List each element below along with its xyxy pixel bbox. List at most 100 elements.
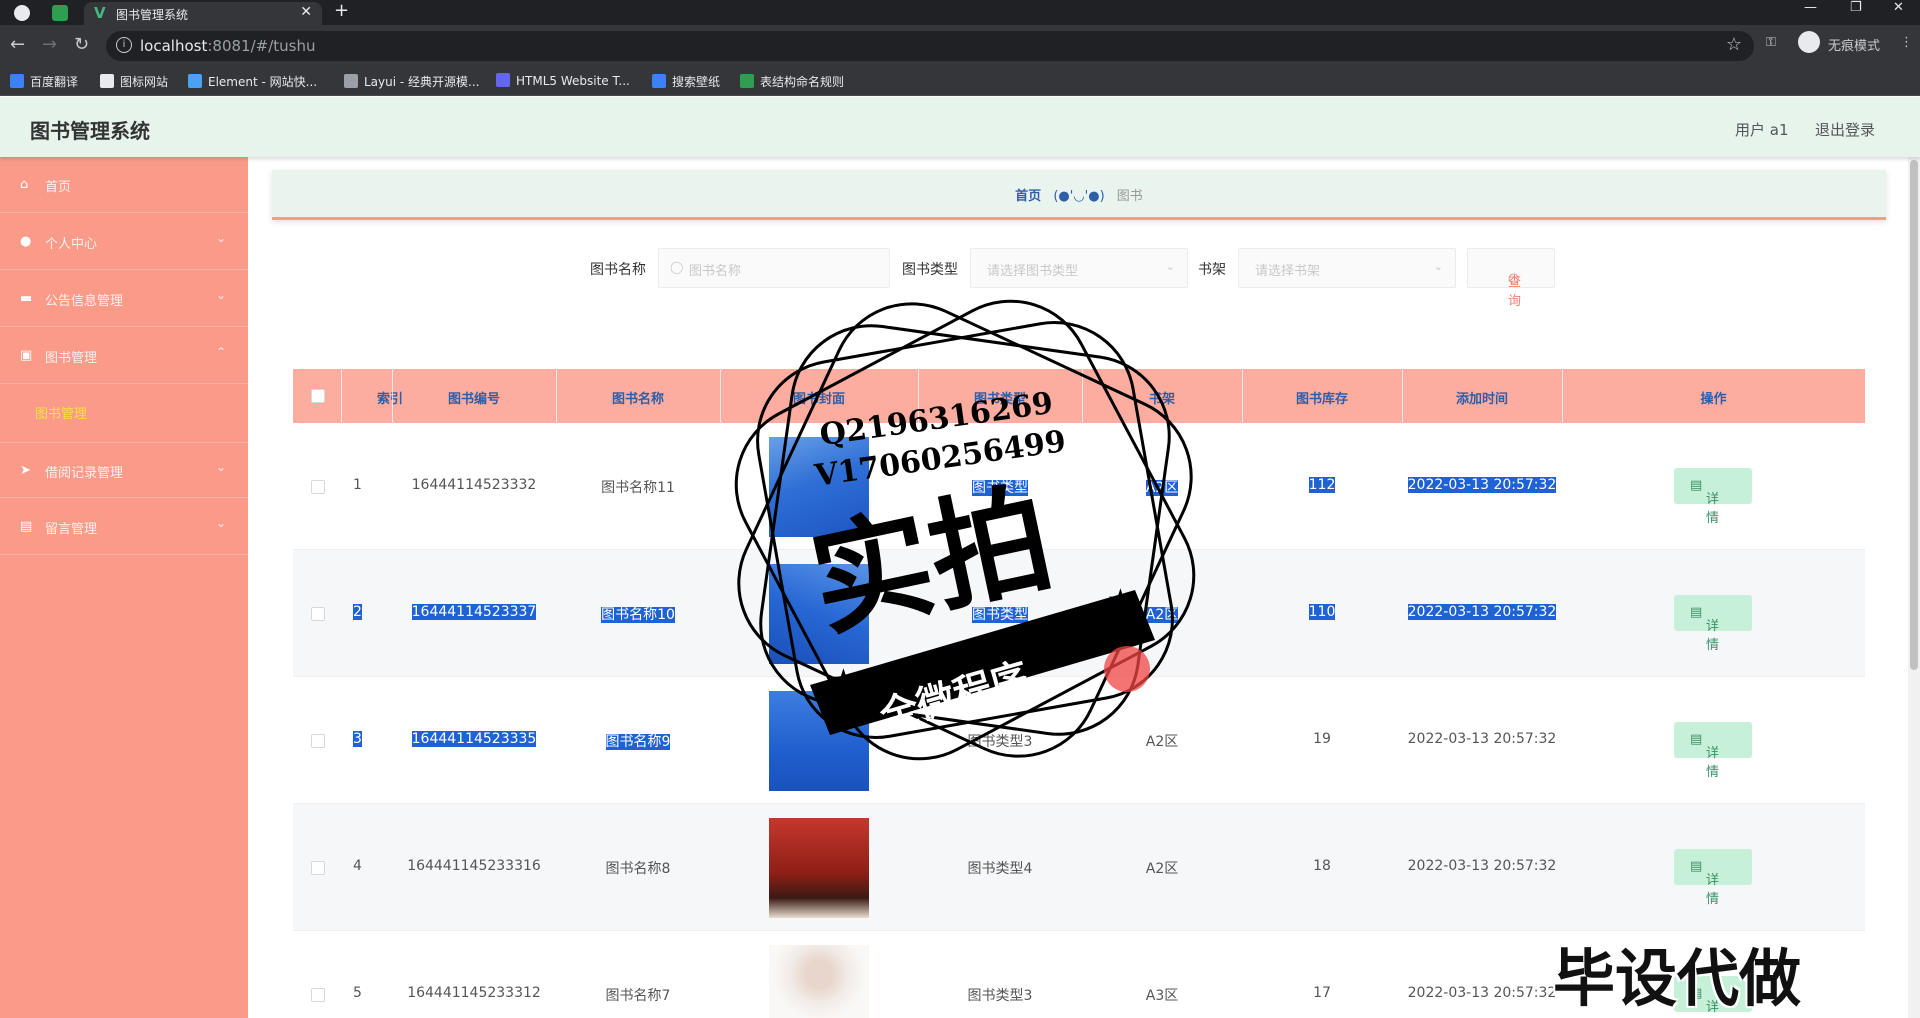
bookmark-item[interactable]: 表结构命名规则	[740, 73, 844, 90]
back-icon[interactable]: ←	[10, 34, 25, 55]
sidebar-subitem-books[interactable]: 图书管理	[0, 385, 248, 440]
cell-code: 16444114523332	[411, 477, 537, 493]
cell-stock: 19	[1313, 731, 1331, 747]
bookmark-star-icon[interactable]: ☆	[1726, 34, 1742, 55]
bookmark-item[interactable]: 搜索壁纸	[652, 73, 720, 90]
bookmark-item[interactable]: Layui - 经典开源模...	[344, 73, 479, 90]
breadcrumb: 首页 (●'◡'●) 图书	[272, 170, 1886, 220]
book-type-select[interactable]: 请选择图书类型 ⌄	[970, 248, 1188, 288]
column-header[interactable]: 图书编号	[392, 388, 556, 407]
cell-shelf: A2区	[1145, 607, 1179, 623]
column-header[interactable]: 图书类型	[918, 388, 1082, 407]
search-icon: ◯	[670, 260, 684, 274]
bookmark-item[interactable]: Element - 网站快...	[188, 73, 317, 90]
cell-shelf: A2区	[1145, 734, 1179, 750]
row-checkbox[interactable]	[311, 988, 325, 1002]
cell-name: 图书名称11	[601, 480, 675, 496]
cell-time: 2022-03-13 20:57:32	[1407, 731, 1557, 747]
tab-close-icon[interactable]: ✕	[300, 4, 312, 20]
cell-name: 图书名称8	[605, 861, 671, 877]
chevron-down-icon: ⌄	[215, 460, 226, 474]
cell-name: 图书名称10	[601, 607, 675, 623]
detail-button[interactable]: ▤ 详情	[1674, 722, 1752, 780]
send-icon: ➤	[20, 463, 31, 478]
cell-type: 图书类型3	[967, 988, 1033, 1004]
active-tab[interactable]: V 图书管理系统 ✕	[84, 2, 322, 25]
column-header[interactable]: 书架	[1082, 388, 1242, 407]
cell-name: 图书名称9	[605, 734, 671, 750]
table-row: 1 16444114523332 图书名称11 图书类型 A2区 112 202…	[293, 423, 1865, 550]
cell-code: 16444114523335	[411, 731, 537, 747]
bookmark-item[interactable]: HTML5 Website T...	[496, 73, 630, 88]
shelf-select[interactable]: 请选择书架 ⌄	[1238, 248, 1456, 288]
column-header[interactable]: 图书封面	[720, 388, 918, 407]
close-window-icon[interactable]: ✕	[1893, 0, 1904, 15]
detail-button[interactable]: ▤ 详情	[1674, 595, 1752, 653]
current-user: 用户 a1	[1735, 121, 1789, 139]
cell-index: 5	[353, 985, 362, 1001]
cell-stock: 110	[1308, 604, 1336, 620]
cursor-highlight	[1104, 646, 1150, 692]
sidebar-item-notices[interactable]: ▬ 公告信息管理 ⌄	[0, 271, 248, 327]
incognito-icon[interactable]	[1798, 31, 1820, 53]
sidebar-item-messages[interactable]: ▤ 留言管理 ⌄	[0, 499, 248, 555]
user-icon: ●	[20, 234, 32, 249]
browser-menu-dots-icon[interactable]: ⋮	[1900, 35, 1913, 50]
cell-shelf: A2区	[1145, 480, 1179, 496]
sidebar-item-label: 留言管理	[45, 522, 98, 537]
row-checkbox[interactable]	[311, 734, 325, 748]
row-checkbox[interactable]	[311, 861, 325, 875]
book-name-input[interactable]: ◯ 图书名称	[658, 248, 890, 288]
query-button[interactable]: 查询 ○	[1467, 248, 1555, 309]
cell-type: 图书类型3	[967, 734, 1033, 750]
cell-type: 图书类型	[972, 607, 1028, 623]
logout-link[interactable]: 退出登录	[1815, 119, 1875, 140]
book-cover-image	[769, 691, 869, 791]
cell-index: 3	[353, 731, 362, 747]
new-tab-icon[interactable]: +	[334, 0, 349, 21]
row-checkbox[interactable]	[311, 607, 325, 621]
browser-menu-icon[interactable]	[14, 5, 30, 21]
scrollbar-thumb[interactable]	[1910, 160, 1918, 670]
tab-title: 图书管理系统	[116, 8, 189, 22]
corner-watermark: 毕设代做	[1553, 942, 1802, 1015]
cell-code: 16444114523337	[411, 604, 537, 620]
reload-icon[interactable]: ↻	[74, 34, 89, 55]
cell-type: 图书类型	[972, 480, 1028, 496]
column-header[interactable]: 图书名称	[556, 388, 720, 407]
breadcrumb-home[interactable]: 首页	[1015, 189, 1041, 204]
book-type-label: 图书类型	[902, 262, 958, 278]
key-icon[interactable]: ⚿	[1766, 35, 1776, 50]
chevron-down-icon: ⌄	[1433, 260, 1443, 273]
sidebar-item-label: 借阅记录管理	[45, 466, 124, 481]
sidebar-item-profile[interactable]: ● 个人中心 ⌄	[0, 214, 248, 270]
minimize-icon[interactable]: —	[1804, 0, 1817, 15]
row-checkbox[interactable]	[311, 480, 325, 494]
sidebar-item-home[interactable]: ⌂ 首页	[0, 157, 248, 213]
incognito-label[interactable]: 无痕模式	[1828, 35, 1880, 54]
pinned-tab-icon[interactable]	[52, 5, 68, 21]
briefcase-icon: ▬	[20, 291, 33, 306]
detail-button[interactable]: ▤ 详情	[1674, 468, 1752, 526]
select-all-checkbox[interactable]	[311, 389, 325, 403]
breadcrumb-current: 图书	[1116, 189, 1143, 204]
book-name-label: 图书名称	[590, 262, 646, 278]
bookmarks-bar: 百度翻译 图标网站 Element - 网站快... Layui - 经典开源模…	[0, 67, 1920, 96]
forward-icon[interactable]: →	[42, 34, 57, 55]
cell-shelf: A2区	[1145, 861, 1179, 877]
bookmark-item[interactable]: 图标网站	[100, 73, 168, 90]
sidebar-item-books[interactable]: ▣ 图书管理 ⌃	[0, 328, 248, 384]
cell-code: 164441145233316	[407, 858, 541, 874]
url-text[interactable]: localhost:8081/#/tushu	[140, 37, 315, 55]
sidebar-item-borrow[interactable]: ➤ 借阅记录管理 ⌄	[0, 442, 248, 498]
column-header[interactable]: 图书库存	[1242, 388, 1402, 407]
detail-button[interactable]: ▤ 详情	[1674, 849, 1752, 907]
vue-logo-icon: V	[94, 4, 106, 22]
restore-icon[interactable]: ❐	[1850, 0, 1862, 15]
address-bar[interactable]: i localhost:8081/#/tushu ☆	[106, 31, 1754, 61]
column-header[interactable]: 添加时间	[1402, 388, 1562, 407]
site-info-icon[interactable]: i	[116, 37, 132, 53]
bookmark-item[interactable]: 百度翻译	[10, 73, 78, 90]
sidebar: ⌂ 首页 ● 个人中心 ⌄ ▬ 公告信息管理 ⌄ ▣ 图书管理 ⌃ 图书管理 ➤…	[0, 157, 248, 1018]
breadcrumb-separator: (●'◡'●)	[1053, 189, 1105, 204]
